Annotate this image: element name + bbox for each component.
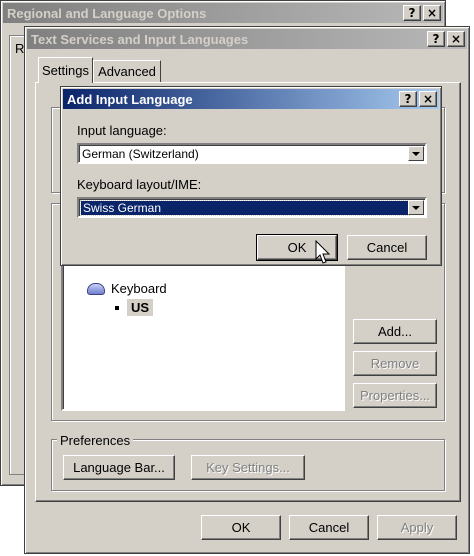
chevron-down-icon[interactable] <box>408 146 424 161</box>
close-button[interactable]: × <box>423 5 441 21</box>
add-input-language-titlebar: Add Input Language ? × <box>63 89 439 109</box>
input-language-combo[interactable]: German (Switzerland) <box>77 143 427 164</box>
ok-button[interactable]: OK <box>201 515 281 540</box>
keyboard-layout-value: Swiss German <box>80 199 410 216</box>
mouse-cursor-icon <box>315 240 331 264</box>
apply-button[interactable]: Apply <box>377 515 457 540</box>
close-button[interactable]: × <box>447 31 465 47</box>
ok-button-label: OK <box>231 520 251 535</box>
regional-options-titlebar: Regional and Language Options ? × <box>3 3 443 23</box>
help-button[interactable]: ? <box>403 5 421 21</box>
help-button[interactable]: ? <box>399 91 417 107</box>
keyboard-icon <box>87 282 105 295</box>
chevron-down-icon[interactable] <box>408 200 424 215</box>
add-input-language-title: Add Input Language <box>67 91 193 107</box>
keyboard-tree-item[interactable]: Keyboard <box>87 281 167 296</box>
apply-button-label: Apply <box>400 520 434 535</box>
properties-button-label: Properties... <box>359 388 431 403</box>
help-button[interactable]: ? <box>427 31 445 47</box>
add-button-label: Add... <box>378 324 412 339</box>
us-layout-item[interactable]: US <box>115 299 154 316</box>
bullet-icon <box>115 305 119 310</box>
keyboard-label: Keyboard <box>111 281 167 296</box>
dialog-cancel-button-label: Cancel <box>366 240 408 255</box>
preferences-label: Preferences <box>57 433 134 448</box>
add-button[interactable]: Add... <box>353 319 437 344</box>
add-input-language-dialog: Add Input Language ? × Input language: G… <box>60 86 442 266</box>
properties-button[interactable]: Properties... <box>353 383 437 408</box>
keyboard-layout-label: Keyboard layout/IME: <box>77 177 202 192</box>
language-bar-button[interactable]: Language Bar... <box>63 455 175 480</box>
language-bar-button-label: Language Bar... <box>73 460 165 475</box>
dialog-ok-button-label: OK <box>287 240 307 255</box>
input-language-label: Input language: <box>77 123 167 138</box>
cancel-button[interactable]: Cancel <box>289 515 369 540</box>
key-settings-button-label: Key Settings... <box>206 460 290 475</box>
close-button[interactable]: × <box>419 91 437 107</box>
regional-tab-partial[interactable]: R <box>15 41 24 56</box>
remove-button[interactable]: Remove <box>353 351 437 376</box>
tab-settings-label: Settings <box>42 63 89 78</box>
cancel-button-label: Cancel <box>308 520 350 535</box>
us-layout-label: US <box>127 299 154 316</box>
input-language-value: German (Switzerland) <box>82 146 199 161</box>
regional-tab-panel <box>9 35 25 475</box>
keyboard-layout-combo[interactable]: Swiss German <box>77 197 427 218</box>
tab-advanced-label: Advanced <box>98 64 156 79</box>
remove-button-label: Remove <box>370 356 420 371</box>
key-settings-button[interactable]: Key Settings... <box>191 455 305 480</box>
text-services-title: Text Services and Input Languages <box>31 31 249 47</box>
installed-services-list[interactable]: Keyboard US <box>61 255 345 411</box>
tab-advanced[interactable]: Advanced <box>93 60 161 82</box>
text-services-titlebar: Text Services and Input Languages ? × <box>27 29 467 49</box>
dialog-cancel-button[interactable]: Cancel <box>347 235 427 260</box>
tab-settings[interactable]: Settings <box>38 57 93 83</box>
regional-options-title: Regional and Language Options <box>7 5 207 21</box>
